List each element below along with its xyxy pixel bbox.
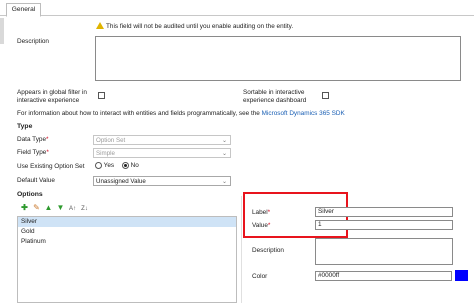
move-down-icon[interactable]: ▼ xyxy=(56,203,65,212)
options-list: Silver Gold Platinum xyxy=(17,216,237,303)
option-color-label: Color xyxy=(252,273,268,280)
option-label-label: Label* xyxy=(252,209,270,217)
description-label: Description xyxy=(17,38,49,45)
sortable-label: Sortable in interactive experience dashb… xyxy=(243,89,306,105)
option-value-input[interactable]: 1 xyxy=(315,220,453,230)
radio-no[interactable] xyxy=(121,162,129,169)
data-type-label: Data Type* xyxy=(17,136,49,144)
data-type-value: Option Set xyxy=(96,137,126,144)
tab-general[interactable]: General xyxy=(6,3,41,17)
data-type-label-text: Data Type xyxy=(17,136,47,143)
sdk-info: For information about how to interact wi… xyxy=(17,110,345,117)
sdk-info-text: For information about how to interact wi… xyxy=(17,110,262,117)
sort-ascending-icon[interactable]: A↑ xyxy=(68,205,77,214)
use-existing-label: Use Existing Option Set xyxy=(17,163,85,170)
data-type-select[interactable]: Option Set ⌄ xyxy=(93,135,231,145)
move-up-icon[interactable]: ▲ xyxy=(44,203,53,212)
detail-panel-divider xyxy=(241,196,242,303)
use-existing-radios: Yes No xyxy=(95,162,139,169)
field-type-label: Field Type* xyxy=(17,149,49,157)
default-value-value: Unassigned Value xyxy=(96,178,146,185)
chevron-down-icon: ⌄ xyxy=(221,138,227,144)
global-filter-label: Appears in global filter in interactive … xyxy=(17,89,87,105)
option-color-input[interactable]: #0000ff xyxy=(315,271,452,281)
sortable-label-line1: Sortable in interactive xyxy=(243,89,305,96)
chevron-down-icon: ⌄ xyxy=(221,179,227,185)
option-value-label: Value* xyxy=(252,222,270,230)
option-description-textarea[interactable] xyxy=(315,238,453,265)
list-item[interactable]: Gold xyxy=(18,227,236,237)
left-indicator xyxy=(0,18,4,44)
chevron-down-icon: ⌄ xyxy=(221,151,227,157)
audit-warning-text: This field will not be audited until you… xyxy=(106,23,294,30)
required-mark: * xyxy=(46,136,49,143)
field-type-label-text: Field Type xyxy=(17,149,47,156)
color-swatch[interactable] xyxy=(455,270,468,281)
radio-no-label: No xyxy=(130,162,139,170)
global-filter-label-line1: Appears in global filter in xyxy=(17,89,87,96)
radio-yes[interactable] xyxy=(95,162,102,169)
required-mark: * xyxy=(46,149,49,156)
global-filter-label-line2: interactive experience xyxy=(17,97,80,104)
field-type-select[interactable]: Simple ⌄ xyxy=(93,148,231,158)
required-mark: * xyxy=(267,209,271,216)
default-value-label: Default Value xyxy=(17,177,55,184)
field-type-value: Simple xyxy=(96,150,115,157)
global-filter-checkbox[interactable] xyxy=(98,92,105,99)
required-mark: * xyxy=(267,222,271,229)
sortable-label-line2: experience dashboard xyxy=(243,97,307,104)
description-textarea[interactable] xyxy=(95,36,461,81)
tab-strip xyxy=(0,0,474,16)
option-description-label: Description xyxy=(252,247,284,254)
sort-descending-icon[interactable]: Z↓ xyxy=(80,205,89,214)
sdk-link[interactable]: Microsoft Dynamics 365 SDK xyxy=(262,110,345,117)
list-item[interactable]: Silver xyxy=(18,217,236,227)
warning-icon xyxy=(96,22,104,29)
edit-icon[interactable]: ✎ xyxy=(32,203,41,212)
default-value-select[interactable]: Unassigned Value ⌄ xyxy=(93,176,231,186)
audit-warning: This field will not be audited until you… xyxy=(96,21,293,32)
add-icon[interactable]: ✚ xyxy=(20,203,29,212)
option-label-label-text: Label xyxy=(252,209,268,216)
sortable-checkbox[interactable] xyxy=(322,92,329,99)
option-value-label-text: Value xyxy=(252,222,268,229)
options-toolbar: ✚ ✎ ▲ ▼ A↑ Z↓ xyxy=(20,203,92,214)
radio-yes-label: Yes xyxy=(103,162,115,170)
options-heading: Options xyxy=(17,191,43,198)
type-heading: Type xyxy=(17,123,33,130)
option-label-input[interactable]: Silver xyxy=(315,207,453,217)
list-item[interactable]: Platinum xyxy=(18,237,236,247)
